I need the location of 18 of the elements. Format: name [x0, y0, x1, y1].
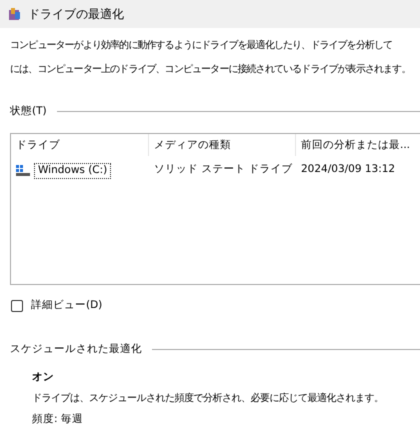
- window-title: ドライブの最適化: [28, 6, 124, 23]
- table-cell-text: 2024/03/09 13:12: [300, 162, 396, 177]
- section-label: スケジュールされた最適化: [10, 342, 142, 356]
- description-text: には、コンピューター上のドライブ、コンピューターに接続されているドライブが表示されます。: [9, 62, 412, 76]
- frequency-text: 頻度: 毎週: [31, 412, 84, 427]
- checkbox-label[interactable]: 詳細ビュー(D): [31, 298, 102, 314]
- section-label: 状態(T): [10, 104, 47, 119]
- column-header[interactable]: 前回の分析または最...: [296, 134, 420, 156]
- table-cell-text: ソリッド ステート ドライブ: [153, 162, 294, 177]
- description-text: コンピューターがより効率的に動作するようにドライブを最適化したり、ドライブを分析して: [9, 38, 394, 52]
- column-header[interactable]: メディアの種類: [149, 134, 296, 156]
- column-header[interactable]: ドライブ: [11, 134, 149, 156]
- app-icon: [8, 7, 22, 21]
- checkbox[interactable]: [11, 300, 23, 312]
- schedule-description: ドライブは、スケジュールされた頻度で分析され、必要に応じて最適化されます。: [31, 392, 384, 406]
- drive-icon: [16, 164, 30, 177]
- schedule-state: オン: [31, 370, 55, 386]
- drive-name[interactable]: Windows (C:): [34, 162, 112, 179]
